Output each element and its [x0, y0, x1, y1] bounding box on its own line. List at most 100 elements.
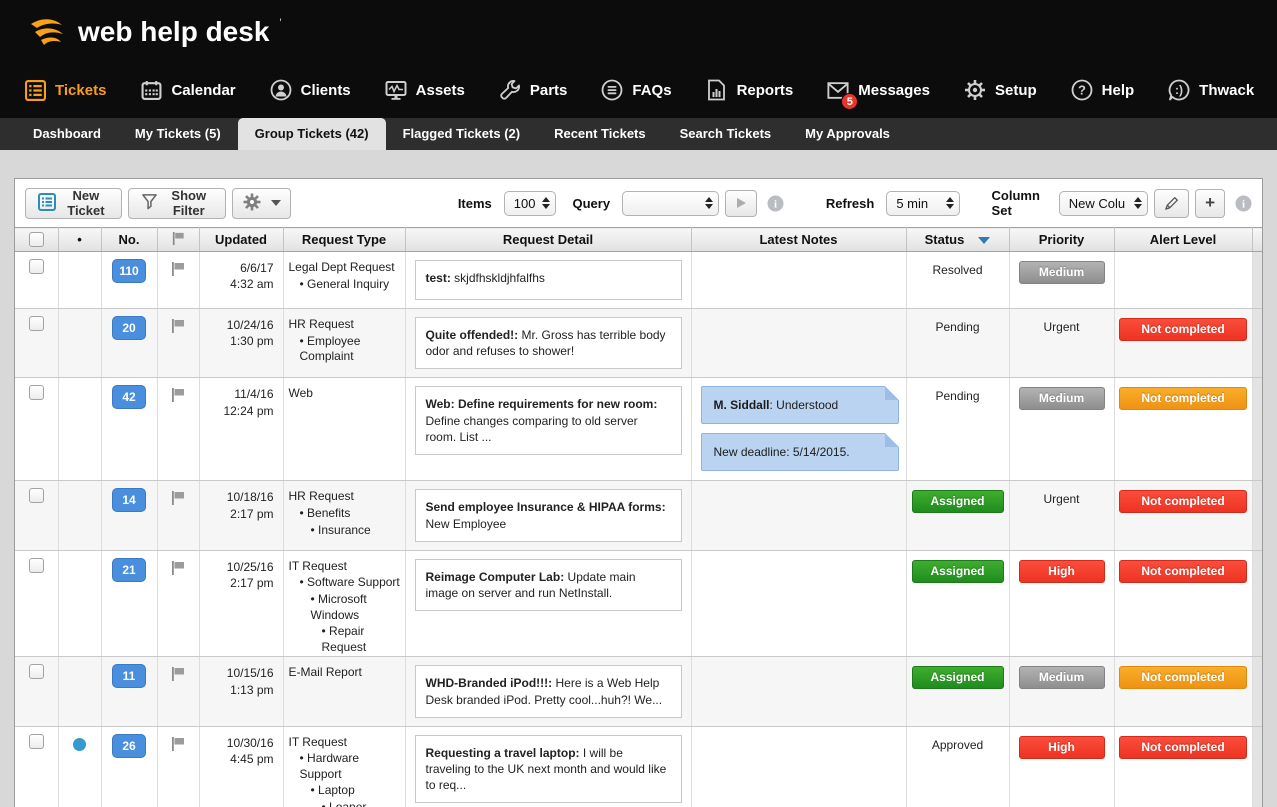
bulk-action-gear-button[interactable] [232, 188, 291, 219]
header-status[interactable]: Status [906, 228, 1009, 252]
status-badge[interactable]: Assigned [912, 560, 1004, 583]
priority-badge[interactable]: Medium [1019, 666, 1105, 689]
show-filter-button[interactable]: Show Filter [128, 188, 226, 219]
request-detail-box[interactable]: Quite offended!: Mr. Gross has terrible … [415, 317, 682, 369]
cell-type: E-Mail Report [283, 657, 405, 726]
ticket-number-badge[interactable]: 21 [112, 558, 146, 582]
flag-icon[interactable] [170, 387, 186, 406]
edit-column-set-button[interactable] [1154, 189, 1189, 218]
header-alert-level[interactable]: Alert Level [1114, 228, 1252, 252]
header-no[interactable]: No. [101, 228, 157, 252]
ticket-number-badge[interactable]: 11 [112, 664, 146, 688]
header-updated[interactable]: Updated [199, 228, 283, 252]
column-set-label: Column Set [992, 188, 1047, 218]
request-detail-box[interactable]: Reimage Computer Lab: Update main image … [415, 559, 682, 611]
tab-flagged-tickets-2[interactable]: Flagged Tickets (2) [386, 118, 538, 150]
row-checkbox[interactable] [29, 734, 44, 749]
request-type-line: • Benefits [300, 506, 403, 522]
nav-item-thwack[interactable]: :)Thwack [1168, 79, 1254, 101]
tab-dashboard[interactable]: Dashboard [16, 118, 118, 150]
query-select[interactable] [622, 191, 719, 216]
column-set-info-icon[interactable]: i [1235, 195, 1252, 212]
priority-badge[interactable]: Medium [1019, 387, 1105, 410]
header-latest-notes[interactable]: Latest Notes [691, 228, 906, 252]
tab-my-approvals[interactable]: My Approvals [788, 118, 907, 150]
request-type-line: Legal Dept Request [289, 260, 403, 276]
status-badge[interactable]: Assigned [912, 666, 1004, 689]
alert-level-badge[interactable]: Not completed [1119, 736, 1247, 759]
row-checkbox[interactable] [29, 488, 44, 503]
note-card[interactable]: New deadline: 5/14/2015. [701, 433, 899, 471]
nav-item-clients[interactable]: Clients [270, 79, 351, 101]
gear-icon [242, 192, 262, 215]
header-request-type[interactable]: Request Type [283, 228, 405, 252]
nav-item-setup[interactable]: Setup [964, 79, 1037, 101]
nav-item-label: Thwack [1199, 82, 1254, 99]
flag-icon[interactable] [170, 560, 186, 579]
row-checkbox[interactable] [29, 316, 44, 331]
request-detail-box[interactable]: Send employee Insurance & HIPAA forms: N… [415, 489, 682, 541]
row-checkbox[interactable] [29, 558, 44, 573]
tickets-panel: New Ticket Show Filter Items 100 Query [14, 178, 1263, 807]
request-detail-box[interactable]: Web: Define requirements for new room: D… [415, 386, 682, 455]
priority-badge[interactable]: High [1019, 736, 1105, 759]
priority-badge[interactable]: Medium [1019, 261, 1105, 284]
nav-item-reports[interactable]: Reports [706, 79, 794, 101]
request-detail-box[interactable]: test: skjdfhskldjhfalfhs [415, 260, 682, 300]
row-checkbox[interactable] [29, 259, 44, 274]
nav-item-parts[interactable]: Parts [499, 79, 568, 101]
row-checkbox[interactable] [29, 385, 44, 400]
table-row: 2610/30/164:45 pmIT Request• Hardware Su… [15, 726, 1262, 807]
cell-updated: 10/30/164:45 pm [199, 726, 283, 807]
alert-level-badge[interactable]: Not completed [1119, 666, 1247, 689]
nav-item-help[interactable]: ?Help [1071, 79, 1135, 101]
flag-icon[interactable] [170, 666, 186, 685]
cell-priority: Urgent [1009, 481, 1114, 550]
header-request-detail[interactable]: Request Detail [405, 228, 691, 252]
status-badge[interactable]: Assigned [912, 490, 1004, 513]
updated-time: 12:24 pm [200, 403, 274, 419]
run-query-button[interactable] [725, 190, 757, 217]
nav-item-assets[interactable]: Assets [385, 79, 465, 101]
alert-level-badge[interactable]: Not completed [1119, 490, 1247, 513]
cell-status: Pending [906, 309, 1009, 378]
alert-level-badge[interactable]: Not completed [1119, 387, 1247, 410]
refresh-interval-select[interactable]: 5 min [886, 191, 960, 216]
header-priority[interactable]: Priority [1009, 228, 1114, 252]
alert-level-badge[interactable]: Not completed [1119, 318, 1247, 341]
cell-flag [157, 481, 199, 550]
flag-icon[interactable] [170, 736, 186, 755]
request-detail-box[interactable]: Requesting a travel laptop: I will be tr… [415, 735, 682, 804]
tab-recent-tickets[interactable]: Recent Tickets [537, 118, 663, 150]
help-icon: ? [1071, 79, 1093, 101]
nav-item-faqs[interactable]: FAQs [601, 79, 671, 101]
items-per-page-select[interactable]: 100 [504, 191, 557, 216]
header-flag[interactable] [157, 228, 199, 252]
column-set-select[interactable]: New Colu [1059, 191, 1148, 216]
alert-level-badge[interactable]: Not completed [1119, 560, 1247, 583]
flag-icon[interactable] [170, 261, 186, 280]
new-ticket-button[interactable]: New Ticket [25, 188, 122, 219]
ticket-number-badge[interactable]: 14 [112, 488, 146, 512]
tab-my-tickets-5[interactable]: My Tickets (5) [118, 118, 238, 150]
nav-item-tickets[interactable]: Tickets [24, 79, 106, 101]
ticket-number-badge[interactable]: 110 [112, 259, 146, 283]
nav-item-messages[interactable]: Messages5 [827, 79, 930, 101]
table-row: 1106/6/174:32 amLegal Dept Request• Gene… [15, 252, 1262, 309]
ticket-number-badge[interactable]: 20 [112, 316, 146, 340]
request-detail-box[interactable]: WHD-Branded iPod!!!: Here is a Web Help … [415, 665, 682, 717]
row-checkbox[interactable] [29, 664, 44, 679]
add-column-set-button[interactable]: + [1195, 189, 1225, 218]
note-card[interactable]: M. Siddall: Understood [701, 386, 899, 424]
tab-search-tickets[interactable]: Search Tickets [663, 118, 789, 150]
priority-badge[interactable]: High [1019, 560, 1105, 583]
flag-icon[interactable] [170, 490, 186, 509]
ticket-number-badge[interactable]: 26 [112, 734, 146, 758]
query-info-icon[interactable]: i [767, 195, 784, 212]
priority-text: Urgent [1010, 309, 1114, 334]
ticket-number-badge[interactable]: 42 [112, 385, 146, 409]
select-all-checkbox[interactable] [29, 232, 44, 247]
flag-icon[interactable] [170, 318, 186, 337]
nav-item-calendar[interactable]: Calendar [140, 79, 235, 101]
tab-group-tickets-42[interactable]: Group Tickets (42) [238, 118, 386, 150]
